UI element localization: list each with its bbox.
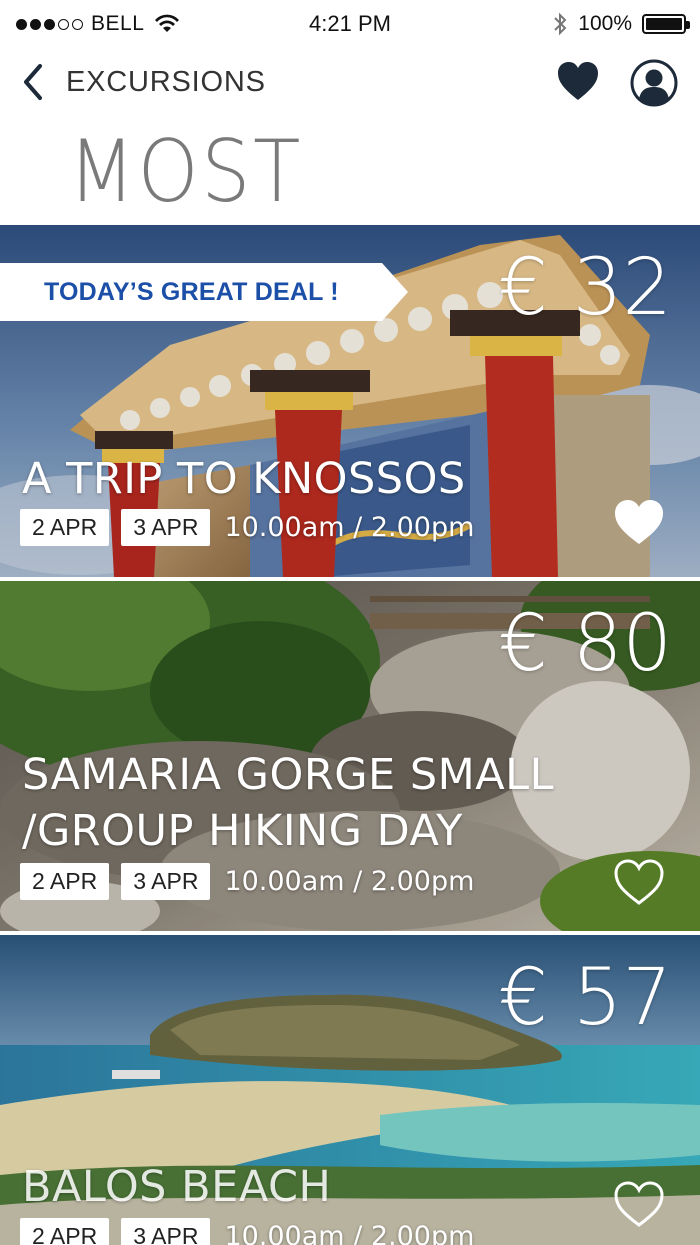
bluetooth-icon	[554, 12, 567, 36]
deal-label: TODAY’S GREAT DEAL !	[44, 278, 339, 306]
price-label: € 57	[498, 953, 672, 1043]
dates-row: 2 APR 3 APR 10.00am / 2.00pm	[20, 1218, 474, 1245]
date-chip[interactable]: 3 APR	[121, 1218, 211, 1245]
dates-row: 2 APR 3 APR 10.00am / 2.00pm	[20, 863, 474, 900]
heart-outline-icon[interactable]	[612, 857, 666, 907]
dates-row: 2 APR 3 APR 10.00am / 2.00pm	[20, 509, 474, 546]
heart-filled-icon[interactable]	[612, 497, 666, 547]
times-label: 10.00am / 2.00pm	[224, 1221, 475, 1245]
price-label: € 80	[498, 599, 672, 689]
date-chip[interactable]: 2 APR	[20, 1218, 110, 1245]
battery-icon	[642, 14, 690, 34]
excursion-title-line2: /GROUP HIKING DAY	[22, 806, 463, 856]
price-label: € 32	[498, 243, 672, 333]
excursion-title: A TRIP TO KNOSSOS	[22, 454, 466, 504]
excursion-title: BALOS BEACH	[22, 1162, 332, 1212]
times-label: 10.00am / 2.00pm	[224, 512, 475, 543]
page-title: EXCURSIONS	[66, 66, 266, 98]
excursion-card-samaria[interactable]: € 80 SAMARIA GORGE SMALL /GROUP HIKING D…	[0, 581, 700, 931]
excursion-card-knossos[interactable]: TODAY’S GREAT DEAL ! € 32 A TRIP TO KNOS…	[0, 225, 700, 577]
heart-icon[interactable]	[556, 60, 600, 104]
excursion-title-line1: SAMARIA GORGE SMALL	[22, 750, 555, 800]
status-right: 100%	[552, 11, 690, 37]
user-icon[interactable]	[630, 59, 678, 107]
heart-outline-icon[interactable]	[612, 1179, 666, 1229]
date-chip[interactable]: 3 APR	[121, 509, 211, 546]
times-label: 10.00am / 2.00pm	[224, 866, 475, 897]
battery-percentage: 100%	[578, 12, 632, 35]
excursion-card-balos[interactable]: € 57 BALOS BEACH 2 APR 3 APR 10.00am / 2…	[0, 935, 700, 1245]
date-chip[interactable]: 2 APR	[20, 509, 110, 546]
date-chip[interactable]: 3 APR	[121, 863, 211, 900]
date-chip[interactable]: 2 APR	[20, 863, 110, 900]
status-bar: BELL 4:21 PM 100%	[0, 0, 700, 50]
nav-bar: EXCURSIONS	[0, 52, 700, 114]
chevron-left-icon[interactable]	[18, 62, 48, 102]
